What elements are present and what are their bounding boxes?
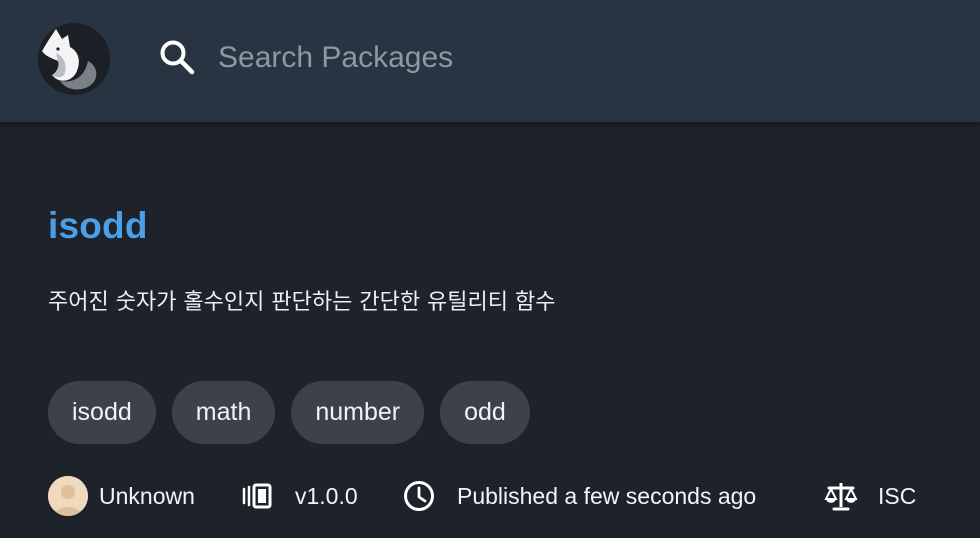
tag-chip[interactable]: odd xyxy=(440,381,530,444)
search-input[interactable] xyxy=(218,36,918,80)
package-tags: isodd math number odd xyxy=(48,381,530,444)
avatar xyxy=(48,476,88,516)
app-header xyxy=(0,0,980,122)
author-name: Unknown xyxy=(99,482,195,509)
package-title-link[interactable]: isodd xyxy=(48,205,148,247)
author-info[interactable]: Unknown xyxy=(48,476,195,516)
tag-chip[interactable]: math xyxy=(171,381,276,444)
version-label: v1.0.0 xyxy=(295,482,358,509)
search-icon[interactable] xyxy=(158,38,196,76)
clock-icon xyxy=(404,481,434,511)
package-meta: Unknown v1.0.0 Published a few seconds a… xyxy=(48,476,948,516)
tag-chip[interactable]: number xyxy=(291,381,425,444)
fox-logo-icon[interactable] xyxy=(38,23,110,95)
version-icon xyxy=(242,483,272,509)
version-info: v1.0.0 xyxy=(241,476,358,516)
license-info: ISC xyxy=(824,476,916,516)
published-time: Published a few seconds ago xyxy=(457,482,757,509)
package-description: 주어진 숫자가 홀수인지 판단하는 간단한 유틸리티 함수 xyxy=(48,290,556,315)
license-label: ISC xyxy=(878,482,917,509)
published-info: Published a few seconds ago xyxy=(403,476,756,516)
scale-icon xyxy=(824,483,858,511)
tag-chip[interactable]: isodd xyxy=(48,381,156,444)
